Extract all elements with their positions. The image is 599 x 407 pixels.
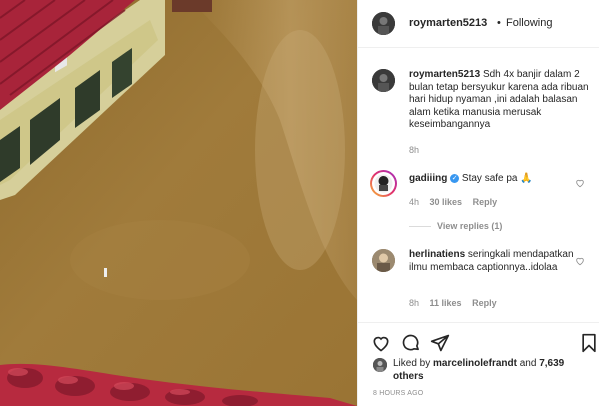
separator-dot: • <box>497 17 501 29</box>
avatar[interactable] <box>373 358 387 372</box>
reply-button[interactable]: Reply <box>472 298 497 308</box>
avatar[interactable] <box>372 249 395 272</box>
liked-by-label: Liked by <box>393 358 431 369</box>
bookmark-icon[interactable] <box>580 333 598 353</box>
verified-badge-icon: ✓ <box>450 173 460 183</box>
comment-like-icon[interactable] <box>575 256 585 266</box>
comment-time[interactable]: 4h <box>409 197 419 207</box>
share-icon[interactable] <box>430 333 450 353</box>
comment-icon[interactable] <box>401 333 421 353</box>
comment-username[interactable]: herlinatiens <box>409 249 465 260</box>
likes-and: and <box>519 358 537 369</box>
comment-text-block: herlinatiens seringkali mendapatkan ilmu… <box>409 249 574 274</box>
heart-icon[interactable] <box>371 333 391 353</box>
comment-likes[interactable]: 30 likes <box>430 197 463 207</box>
view-replies-button[interactable]: View replies (1) <box>409 221 502 231</box>
comment-like-icon[interactable] <box>575 178 585 188</box>
post-image[interactable] <box>0 0 357 406</box>
flood-photo <box>0 0 357 406</box>
avatar[interactable] <box>372 12 395 35</box>
likes-summary: Liked by marcelinolefrandt and 7,639 oth… <box>393 358 593 383</box>
avatar[interactable] <box>370 170 397 197</box>
liked-by-user[interactable]: marcelinolefrandt <box>433 358 517 369</box>
comment-text-block: gadiiing ✓ Stay safe pa 🙏 <box>409 173 579 186</box>
view-replies-line <box>409 226 431 228</box>
comment-likes[interactable]: 11 likes <box>430 298 462 308</box>
comment-meta: 8h 11 likes Reply <box>409 298 497 308</box>
avatar[interactable] <box>372 69 395 92</box>
caption-text-block: roymarten5213 Sdh 4x banjir dalam 2 bula… <box>409 69 589 132</box>
comment-time[interactable]: 8h <box>409 298 419 308</box>
comment-meta: 4h 30 likes Reply <box>409 197 497 207</box>
post-author-username[interactable]: roymarten5213 <box>409 17 487 29</box>
post-actions: Liked by marcelinolefrandt and 7,639 oth… <box>358 322 599 407</box>
comment-text: Stay safe pa 🙏 <box>461 173 533 184</box>
follow-status[interactable]: Following <box>506 17 552 29</box>
reply-button[interactable]: Reply <box>473 197 498 207</box>
post-header: roymarten5213 • Following <box>358 0 599 48</box>
caption-username[interactable]: roymarten5213 <box>409 69 480 80</box>
caption-time[interactable]: 8h <box>409 145 419 155</box>
post-timestamp[interactable]: 8 HOURS AGO <box>373 390 423 397</box>
post-side-panel: roymarten5213 • Following roymarten5213 … <box>357 0 599 406</box>
view-replies-label: View replies (1) <box>437 221 503 231</box>
comment-username[interactable]: gadiiing <box>409 173 447 184</box>
